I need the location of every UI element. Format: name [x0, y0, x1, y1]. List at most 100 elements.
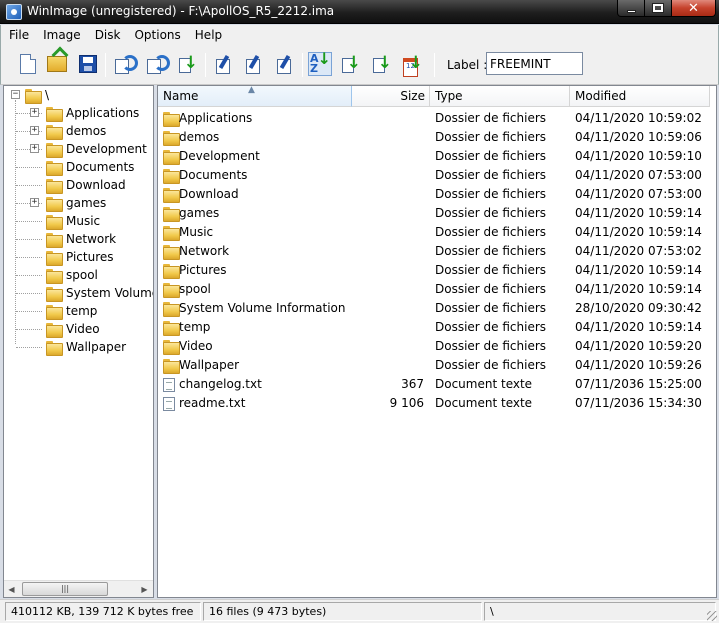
list-item[interactable]: Applications Dossier de fichiers 04/11/202…: [158, 109, 716, 128]
column-header-modified[interactable]: Modified: [570, 86, 710, 107]
close-button[interactable]: ✕: [671, 0, 716, 17]
file-name: Network: [179, 244, 230, 258]
folder-icon: [46, 196, 63, 212]
new-image-button[interactable]: [16, 52, 40, 76]
list-item[interactable]: Documents Dossier de fichiers 04/11/2020 0…: [158, 166, 716, 185]
save-image-button[interactable]: [76, 52, 100, 76]
write-disk-button[interactable]: [144, 52, 170, 76]
list-item[interactable]: Pictures Dossier de fichiers 04/11/2020 10…: [158, 261, 716, 280]
maximize-icon: [652, 3, 664, 13]
scroll-left-arrow-icon[interactable]: ◀: [5, 583, 18, 596]
column-header-size[interactable]: Size: [352, 86, 430, 107]
file-modified: 04/11/2020 10:59:14: [575, 206, 702, 220]
sort-by-date-button[interactable]: [401, 52, 425, 77]
volume-label-input[interactable]: [486, 52, 583, 75]
list-item[interactable]: spool Dossier de fichiers 04/11/2020 10:59…: [158, 280, 716, 299]
menu-help[interactable]: Help: [188, 25, 229, 45]
list-item[interactable]: readme.txt 9 106 Document texte 07/11/2036 …: [158, 394, 716, 413]
tree-item[interactable]: demos: [46, 122, 106, 140]
sort-by-name-button[interactable]: AZ: [308, 52, 332, 76]
read-disk-icon: [115, 55, 138, 74]
tree-item[interactable]: Download: [46, 176, 126, 194]
tree-item[interactable]: spool: [46, 266, 98, 284]
list-item[interactable]: temp Dossier de fichiers 04/11/2020 10:59:…: [158, 318, 716, 337]
tree-item-label: Music: [66, 214, 101, 228]
tree-item[interactable]: Applications: [46, 104, 139, 122]
minimize-button[interactable]: [617, 0, 645, 17]
folder-icon: [163, 340, 180, 355]
folder-icon: [46, 250, 63, 266]
tree-branch-line: [16, 347, 42, 348]
tree-item-label: games: [66, 196, 107, 210]
extract-button[interactable]: [211, 52, 235, 76]
folder-icon: [46, 160, 63, 176]
tree-item[interactable]: Development: [46, 140, 147, 158]
list-item[interactable]: Music Dossier de fichiers 04/11/2020 10:59…: [158, 223, 716, 242]
file-type: Dossier de fichiers: [435, 358, 547, 372]
tree-item[interactable]: games: [46, 194, 106, 212]
list-item[interactable]: Download Dossier de fichiers 04/11/2020 07…: [158, 185, 716, 204]
resize-grip-icon[interactable]: [707, 611, 717, 621]
file-type: Dossier de fichiers: [435, 111, 547, 125]
tree-item[interactable]: Wallpaper: [46, 338, 126, 356]
file-modified: 28/10/2020 09:30:42: [575, 301, 702, 315]
expand-icon[interactable]: +: [30, 198, 39, 207]
sort-type-icon: [341, 53, 361, 74]
menu-image[interactable]: Image: [36, 25, 88, 45]
expand-icon[interactable]: +: [30, 126, 39, 135]
folder-icon: [163, 321, 180, 336]
list-item[interactable]: demos Dossier de fichiers 04/11/2020 10:59…: [158, 128, 716, 147]
file-name: Music: [179, 225, 214, 239]
properties-button[interactable]: [272, 52, 296, 76]
column-header-name[interactable]: ▲ Name: [158, 86, 352, 107]
list-item[interactable]: Video Dossier de fichiers 04/11/2020 10:59…: [158, 337, 716, 356]
write-disk-icon: [147, 55, 170, 74]
tree-root-label: \: [45, 88, 50, 102]
file-modified: 04/11/2020 10:59:20: [575, 339, 702, 353]
folder-icon: [25, 88, 42, 104]
tree-branch-line: [16, 167, 42, 168]
tree-branch-line: [16, 185, 42, 186]
list-item[interactable]: Wallpaper Dossier de fichiers 04/11/2020 1…: [158, 356, 716, 375]
tree-horizontal-scrollbar[interactable]: ◀ ||| ▶: [4, 580, 153, 597]
open-image-button[interactable]: [45, 52, 69, 76]
file-name: Pictures: [179, 263, 227, 277]
tree-item-label: demos: [66, 124, 107, 138]
file-size: 367: [401, 377, 424, 391]
tree-item[interactable]: Video: [46, 320, 100, 338]
tree-item[interactable]: Documents: [46, 158, 134, 176]
sort-by-size-button[interactable]: [370, 52, 394, 76]
list-item[interactable]: changelog.txt 367 Document texte 07/11/2036…: [158, 375, 716, 394]
list-item[interactable]: games Dossier de fichiers 04/11/2020 10:59…: [158, 204, 716, 223]
list-item[interactable]: Development Dossier de fichiers 04/11/2020…: [158, 147, 716, 166]
list-item[interactable]: System Volume Information Dossier de fich…: [158, 299, 716, 318]
scroll-thumb[interactable]: |||: [22, 582, 108, 596]
tree-root[interactable]: \: [25, 86, 49, 104]
menu-disk[interactable]: Disk: [88, 25, 128, 45]
title-bar[interactable]: WinImage (unregistered) - F:\ApollOS_R5_…: [0, 0, 719, 24]
select-button[interactable]: [176, 52, 200, 76]
sort-by-type-button[interactable]: [339, 52, 363, 76]
scroll-right-arrow-icon[interactable]: ▶: [138, 583, 151, 596]
expand-icon[interactable]: +: [30, 144, 39, 153]
edit-button[interactable]: [241, 52, 265, 76]
column-header-type[interactable]: Type: [430, 86, 570, 107]
tree-branch-line: [16, 257, 42, 258]
tree-item[interactable]: Music: [46, 212, 100, 230]
open-folder-icon: [47, 56, 67, 72]
tree-item[interactable]: Pictures: [46, 248, 114, 266]
folder-icon: [163, 188, 180, 203]
list-item[interactable]: Network Dossier de fichiers 04/11/2020 07:…: [158, 242, 716, 261]
folder-tree[interactable]: − \ + Applications + demos + Development Docum…: [3, 85, 154, 598]
tree-item[interactable]: Network: [46, 230, 116, 248]
extract-icon: [214, 55, 232, 74]
collapse-root-icon[interactable]: −: [11, 90, 20, 99]
file-list[interactable]: ▲ Name Size Type Modified Applications Do…: [157, 85, 717, 598]
tree-item[interactable]: System Volume I: [46, 284, 153, 302]
read-disk-button[interactable]: [112, 52, 138, 76]
menu-file[interactable]: File: [1, 25, 36, 45]
maximize-button[interactable]: [644, 0, 672, 17]
tree-item[interactable]: temp: [46, 302, 97, 320]
expand-icon[interactable]: +: [30, 108, 39, 117]
menu-options[interactable]: Options: [127, 25, 187, 45]
